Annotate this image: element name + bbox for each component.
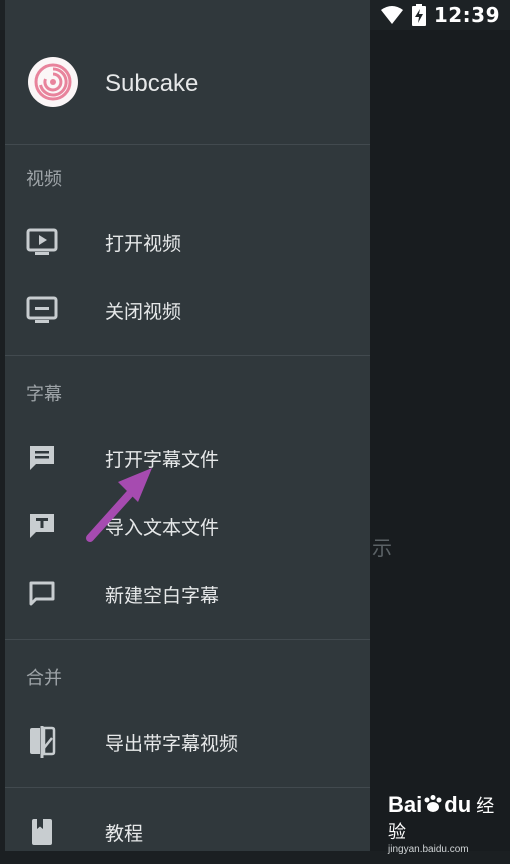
menu-item-new-blank-subtitle[interactable]: 新建空白字幕 (5, 562, 370, 626)
background-content[interactable] (370, 30, 510, 851)
wifi-icon (380, 6, 403, 24)
section-title-merge: 合并 (26, 668, 62, 689)
menu-item-export-video-with-subtitles[interactable]: 导出带字幕视频 (5, 710, 370, 774)
watermark-logo-text2: du (444, 792, 472, 817)
section-title-video: 视频 (26, 169, 62, 190)
monitor-minus-icon (25, 293, 59, 327)
menu-item-close-video[interactable]: 关闭视频 (5, 278, 370, 342)
menu-item-tutorial[interactable]: 教程 (5, 800, 370, 864)
menu-item-label: 关闭视频 (105, 300, 182, 323)
divider (5, 787, 370, 788)
menu-item-open-video[interactable]: 打开视频 (5, 210, 370, 274)
divider (5, 639, 370, 640)
message-text-icon (25, 509, 59, 543)
menu-item-import-text-file[interactable]: 导入文本文件 (5, 494, 370, 558)
message-lines-icon (25, 441, 59, 475)
compare-icon (25, 725, 59, 759)
divider (5, 355, 370, 356)
menu-item-label: 新建空白字幕 (105, 584, 220, 607)
status-time: 12:39 (433, 3, 500, 27)
watermark-logo-text: Bai (388, 792, 423, 817)
navigation-drawer: Subcake 视频 打开视频 关闭视频 字幕 打开字幕文件 导入文本文件 新建… (5, 0, 370, 851)
drawer-header: Subcake (5, 30, 370, 144)
app-logo (28, 57, 78, 107)
annotation-arrow-icon (86, 468, 152, 542)
background-partial-text: 示 (372, 536, 392, 560)
watermark-url: jingyan.baidu.com (388, 844, 469, 855)
battery-charging-icon (411, 4, 426, 26)
menu-item-label: 导出带字幕视频 (105, 732, 239, 755)
section-title-subtitle: 字幕 (26, 384, 62, 405)
baidu-watermark: Bai du 经验 jingyan.baidu.com (388, 792, 506, 855)
play-screen-icon (25, 225, 59, 259)
book-icon (25, 815, 59, 849)
menu-item-label: 教程 (105, 822, 144, 845)
message-empty-icon (25, 577, 59, 611)
menu-item-open-subtitle-file[interactable]: 打开字幕文件 (5, 426, 370, 490)
paw-icon (424, 795, 442, 812)
divider (5, 144, 370, 145)
app-name: Subcake (105, 70, 199, 97)
menu-item-label: 打开视频 (105, 232, 182, 255)
